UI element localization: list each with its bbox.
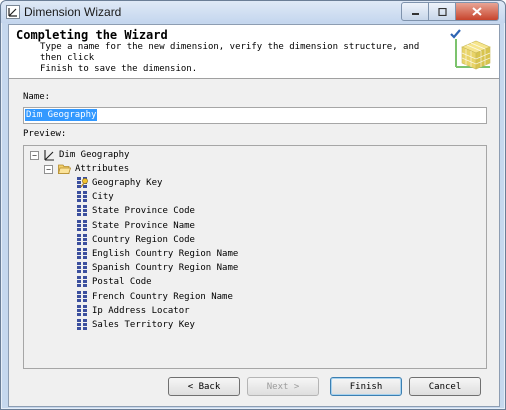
dimension-icon xyxy=(44,150,54,161)
attribute-label: State Province Code xyxy=(92,206,195,217)
attribute-item[interactable]: English Country Region Name xyxy=(77,247,238,261)
page-description: Type a name for the new dimension, verif… xyxy=(40,42,420,74)
attribute-item[interactable]: Geography Key xyxy=(77,176,162,190)
window-title: Dimension Wizard xyxy=(24,5,122,19)
attribute-item[interactable]: Country Region Code xyxy=(77,233,195,247)
attributes-folder-label: Attributes xyxy=(75,164,130,174)
dimension-name-input[interactable]: Dim Geography xyxy=(23,107,487,124)
close-icon xyxy=(472,7,482,16)
attribute-icon xyxy=(77,290,87,302)
attribute-item[interactable]: Postal Code xyxy=(77,275,152,289)
title-bar[interactable]: Dimension Wizard xyxy=(1,1,505,23)
name-label: Name: xyxy=(23,92,51,102)
close-button[interactable] xyxy=(456,2,499,21)
minimize-button[interactable] xyxy=(401,2,429,21)
attribute-item[interactable]: French Country Region Name xyxy=(77,290,233,304)
attribute-label: Postal Code xyxy=(92,277,152,288)
tree-node-dimension[interactable]: − Dim Geography xyxy=(30,148,129,162)
attribute-item[interactable]: Sales Territory Key xyxy=(77,318,195,332)
page-title: Completing the Wizard xyxy=(16,28,168,42)
attribute-label: Country Region Code xyxy=(92,234,195,245)
attribute-label: Geography Key xyxy=(92,178,163,188)
back-button[interactable]: < Back xyxy=(168,377,240,396)
dimension-icon xyxy=(6,5,20,19)
tree-node-attributes[interactable]: − Attributes xyxy=(44,162,129,176)
attribute-icon xyxy=(77,304,87,316)
next-button[interactable]: Next > xyxy=(247,377,319,396)
attribute-icon xyxy=(77,233,87,245)
maximize-icon xyxy=(437,7,447,16)
wizard-content: Completing the Wizard Type a name for th… xyxy=(8,24,500,407)
attribute-item[interactable]: Spanish Country Region Name xyxy=(77,261,238,275)
attribute-label: Spanish Country Region Name xyxy=(92,263,239,274)
cube-checkmark-icon xyxy=(450,29,491,70)
attribute-label: Ip Address Locator xyxy=(92,305,190,316)
wizard-header: Completing the Wizard Type a name for th… xyxy=(9,25,499,79)
attribute-label: English Country Region Name xyxy=(92,249,239,259)
attribute-icon xyxy=(77,205,87,217)
attribute-label: State Province Name xyxy=(92,220,195,231)
attribute-item[interactable]: State Province Name xyxy=(77,219,195,233)
attribute-item[interactable]: State Province Code xyxy=(77,204,195,218)
attribute-item[interactable]: Ip Address Locator xyxy=(77,304,190,318)
dimension-node-label: Dim Geography xyxy=(59,150,130,160)
maximize-button[interactable] xyxy=(429,2,456,21)
key-attribute-icon xyxy=(77,177,88,188)
preview-label: Preview: xyxy=(23,129,67,139)
attribute-icon xyxy=(77,219,87,231)
finish-button[interactable]: Finish xyxy=(330,377,402,396)
minimize-icon xyxy=(411,12,419,15)
collapse-toggle-attributes[interactable]: − xyxy=(44,164,53,174)
attribute-icon xyxy=(77,262,87,274)
folder-open-icon xyxy=(58,164,71,174)
attribute-item[interactable]: City xyxy=(77,190,114,204)
attribute-label: Sales Territory Key xyxy=(92,320,195,330)
attribute-icon xyxy=(77,191,87,203)
dimension-name-value[interactable]: Dim Geography xyxy=(25,109,98,121)
attribute-label: French Country Region Name xyxy=(92,291,233,302)
attribute-label: City xyxy=(92,192,114,203)
attribute-icon xyxy=(77,248,87,259)
attribute-icon xyxy=(77,319,87,330)
attribute-icon xyxy=(77,276,87,288)
wizard-window: Dimension Wizard Completing the Wizard T… xyxy=(0,0,506,410)
window-controls xyxy=(401,2,499,21)
collapse-toggle-dimension[interactable]: − xyxy=(30,150,39,160)
dimension-preview-tree[interactable]: − Dim Geography − Attributes Geography K… xyxy=(23,145,487,369)
cancel-button[interactable]: Cancel xyxy=(409,377,481,396)
